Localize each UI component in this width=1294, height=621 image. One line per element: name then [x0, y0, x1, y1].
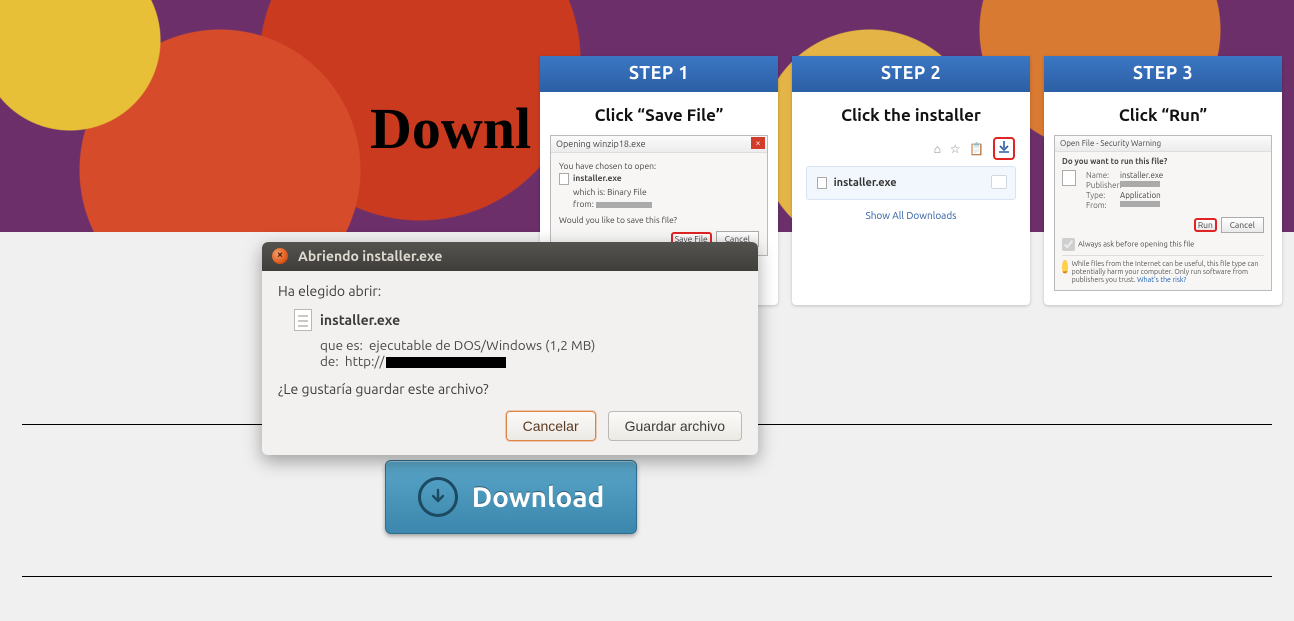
save-file-mini-dialog: Opening winzip18.exe × You have chosen t… [550, 135, 768, 256]
dialog-title: Abriendo installer.exe [298, 248, 442, 264]
security-warning-dialog: Open File - Security Warning Do you want… [1054, 135, 1272, 291]
downloads-button-highlight [993, 137, 1015, 160]
redacted-from [1120, 201, 1160, 207]
type-label: Type: [1086, 191, 1120, 200]
divider-line [22, 576, 1272, 577]
redacted-publisher [1120, 181, 1160, 187]
file-name: installer.exe [834, 177, 897, 189]
which-label: que es: [320, 337, 363, 353]
from-label: From: [1086, 201, 1120, 210]
downloaded-file-row: installer.exe [806, 166, 1016, 200]
download-button-label: Download [472, 482, 605, 513]
save-question: Would you like to save this file? [559, 215, 759, 225]
from-label: from: [573, 199, 594, 209]
whats-the-risk-link: What's the risk? [1137, 276, 1186, 284]
cancel-button[interactable]: Cancelar [506, 411, 596, 441]
publisher-label: Publisher: [1086, 181, 1120, 190]
file-icon [559, 173, 569, 185]
step-header: STEP 1 [540, 56, 778, 92]
file-icon [1062, 170, 1076, 186]
redacted-url [596, 202, 652, 208]
star-icon: ☆ [950, 142, 961, 156]
security-question: Do you want to run this file? [1062, 157, 1264, 166]
step-card-2: STEP 2 Click the installer ⌂ ☆ 📋 install… [792, 56, 1030, 305]
download-arrow-icon [418, 477, 458, 517]
page-title: Downl [370, 95, 531, 162]
cancel-button-mini: Cancel [1221, 217, 1264, 233]
file-icon [817, 177, 827, 189]
step-subtitle: Click “Save File” [540, 92, 778, 135]
from-label: de: [320, 353, 339, 369]
save-question: ¿Le gustaría guardar este archivo? [278, 381, 742, 397]
from-prefix: http:// [345, 353, 384, 369]
download-button[interactable]: Download [385, 460, 637, 534]
lead-text: Ha elegido abrir: [278, 283, 742, 299]
always-ask-label: Always ask before opening this file [1078, 240, 1194, 248]
redacted-url [386, 357, 506, 368]
step-subtitle: Click the installer [792, 92, 1030, 135]
step-subtitle: Click “Run” [1044, 92, 1282, 135]
chosen-text: You have chosen to open: [559, 161, 759, 171]
file-name: installer.exe [320, 312, 400, 328]
name-label: Name: [1086, 171, 1120, 180]
save-file-dialog: × Abriendo installer.exe Ha elegido abri… [262, 242, 758, 455]
always-ask-checkbox [1062, 238, 1075, 251]
which-value: ejecutable de DOS/Windows (1,2 MB) [369, 337, 595, 353]
clipboard-icon: 📋 [969, 142, 984, 156]
security-dialog-title: Open File - Security Warning [1055, 136, 1271, 152]
close-icon: × [751, 137, 765, 149]
step-header: STEP 3 [1044, 56, 1282, 92]
which-label: which is: [573, 187, 605, 197]
eject-icon [991, 175, 1007, 189]
document-icon [294, 309, 312, 331]
type-value: Application [1120, 191, 1161, 200]
run-button-highlight: Run [1194, 218, 1217, 232]
mini-file-name: installer.exe [573, 173, 622, 183]
home-icon: ⌂ [934, 142, 941, 156]
name-value: installer.exe [1120, 171, 1163, 180]
shield-icon [1062, 260, 1068, 274]
which-value: Binary File [607, 187, 647, 197]
step-header: STEP 2 [792, 56, 1030, 92]
dialog-titlebar: × Abriendo installer.exe [262, 242, 758, 271]
browser-toolbar: ⌂ ☆ 📋 [802, 135, 1020, 166]
mini-dialog-title: Opening winzip18.exe [551, 136, 767, 153]
step-card-3: STEP 3 Click “Run” Open File - Security … [1044, 56, 1282, 305]
save-file-button[interactable]: Guardar archivo [608, 411, 742, 441]
close-dialog-button[interactable]: × [272, 248, 288, 264]
show-all-downloads-link: Show All Downloads [802, 200, 1020, 223]
